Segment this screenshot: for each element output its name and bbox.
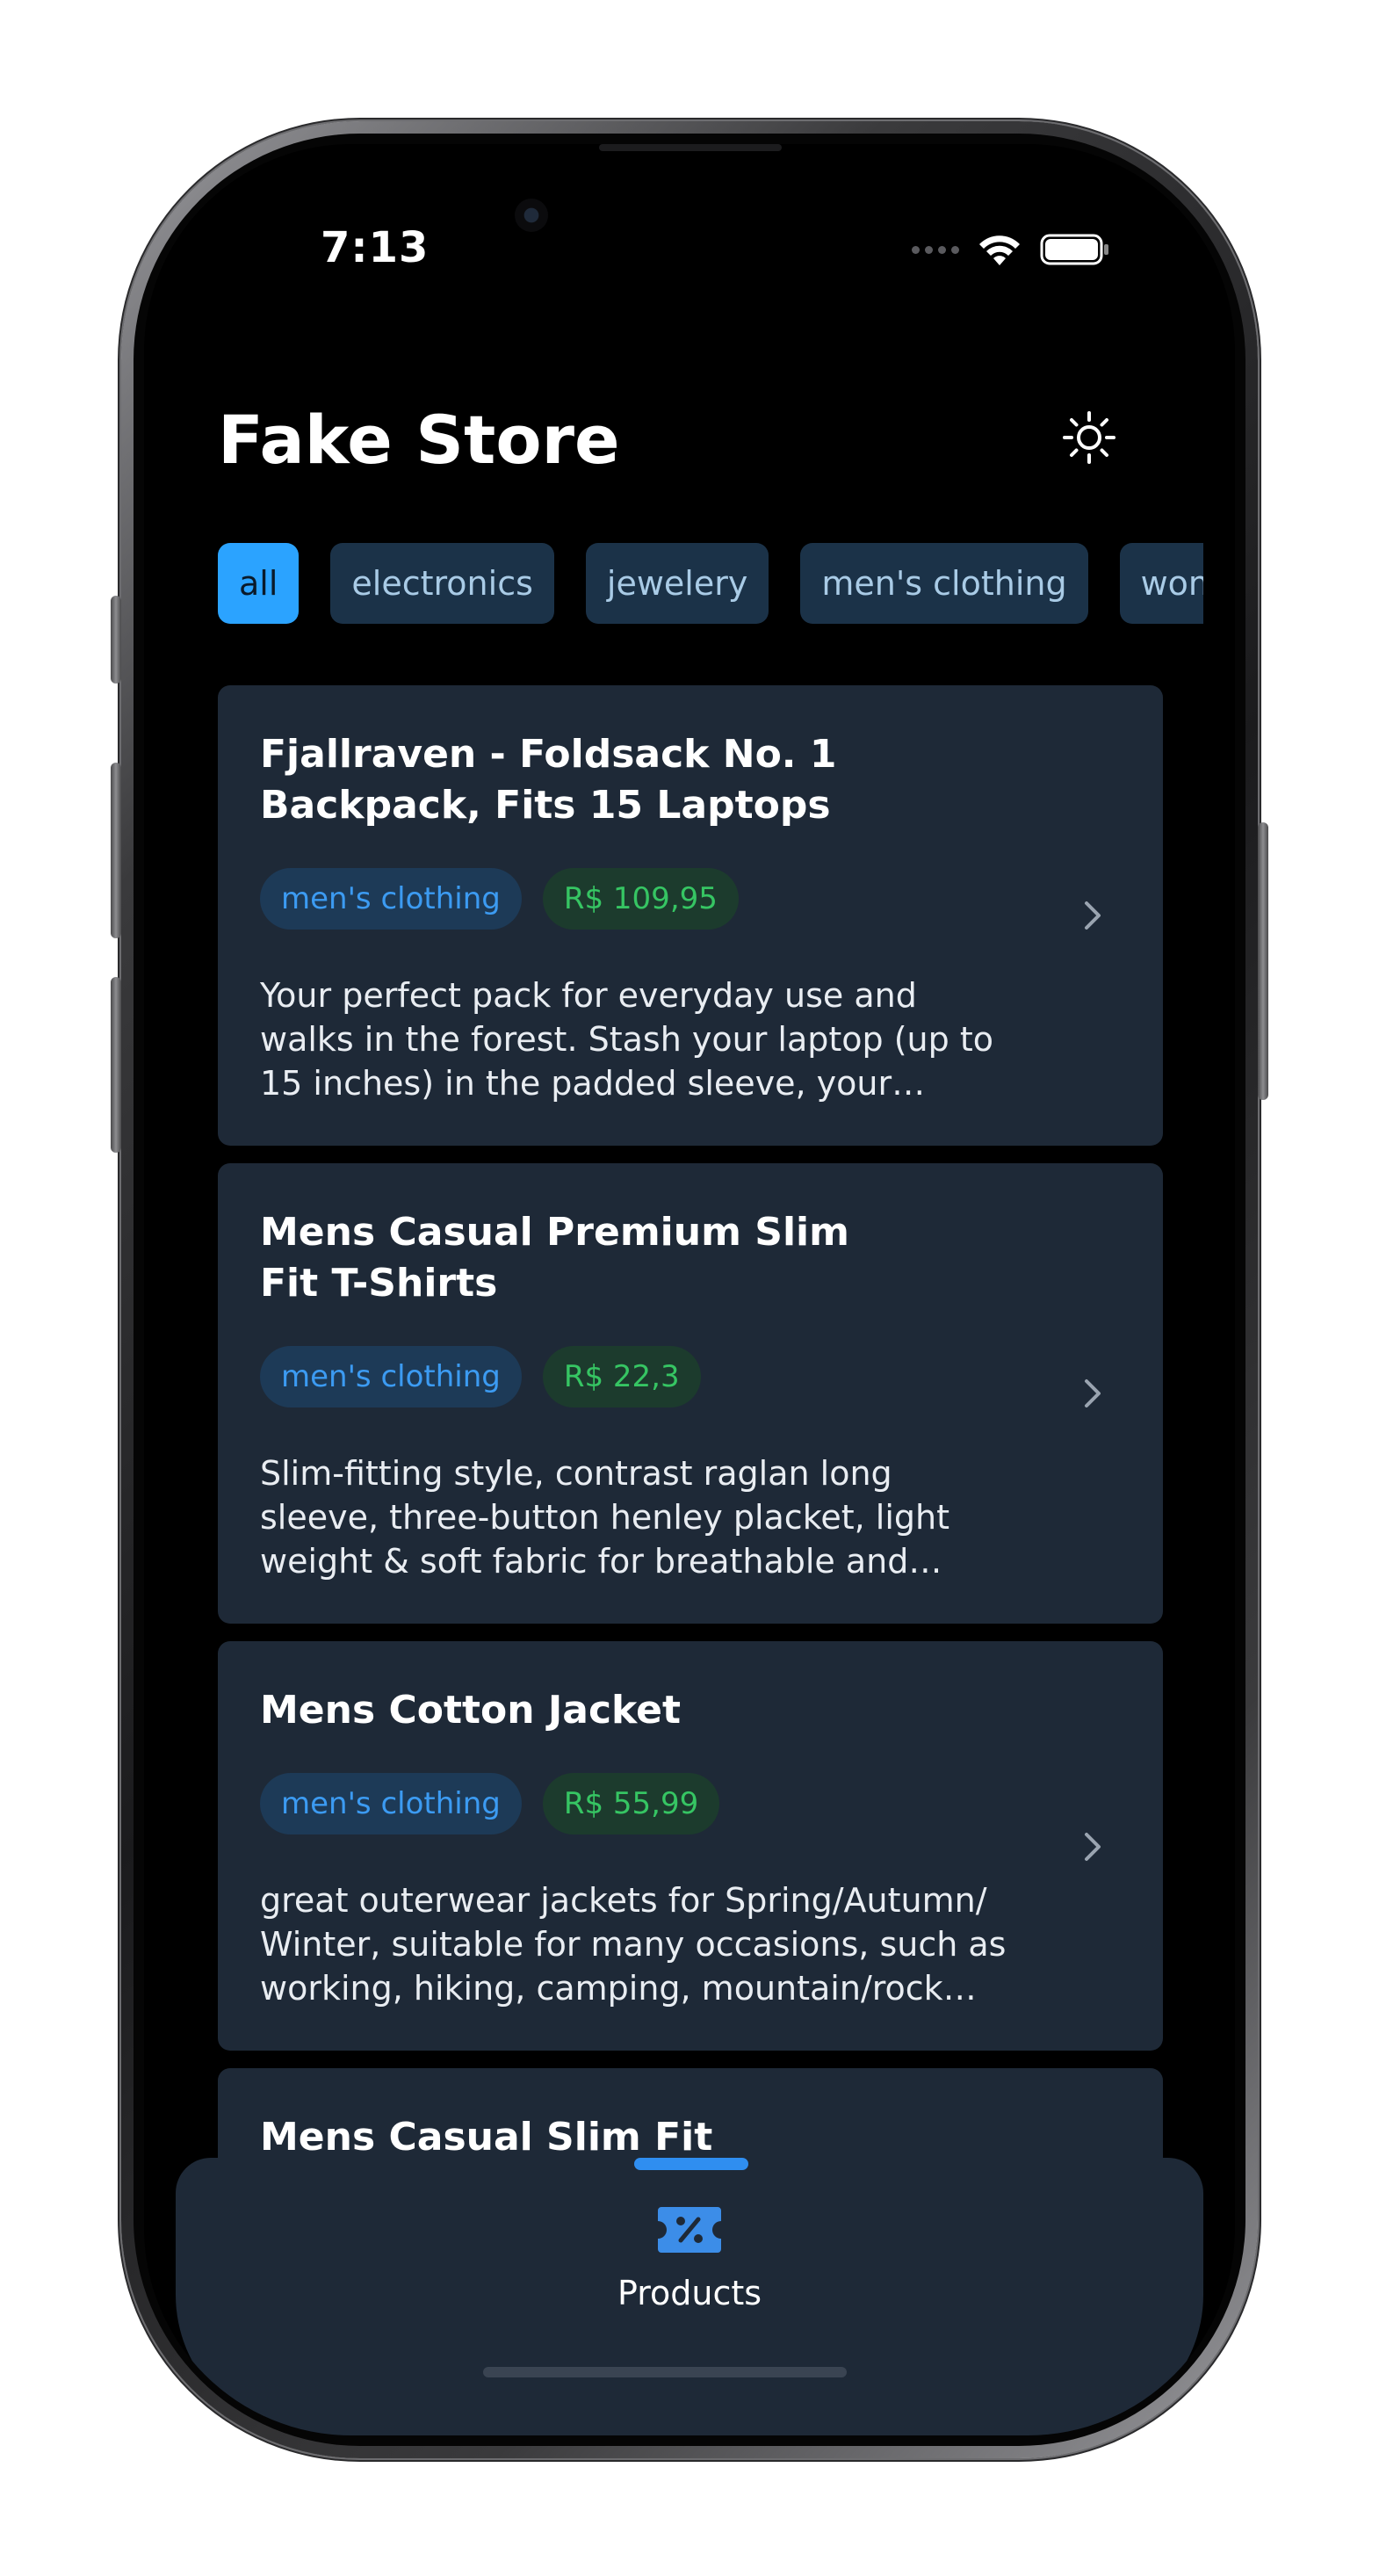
- app-screen: 7:13 Fake Store all electronics jewelery…: [144, 144, 1235, 2435]
- chevron-right-icon: [1075, 1376, 1110, 1411]
- category-tag: men's clothing: [260, 868, 522, 930]
- tab-products[interactable]: Products: [558, 2189, 821, 2356]
- front-camera: [515, 199, 548, 232]
- product-tags: men's clothing R$ 22,3: [260, 1346, 701, 1407]
- product-card[interactable]: Fjallraven - Foldsack No. 1 Backpack, Fi…: [218, 685, 1163, 1146]
- product-title: Mens Casual Slim Fit: [260, 2115, 713, 2160]
- product-title: Mens Casual Premium Slim Fit T-Shirts: [260, 1210, 849, 1306]
- status-time: 7:13: [321, 223, 430, 272]
- status-icons: [912, 232, 1110, 267]
- category-filter: all electronics jewelery men's clothing …: [218, 543, 1203, 624]
- category-chip-electronics[interactable]: electronics: [330, 543, 554, 624]
- battery-icon: [1040, 234, 1108, 265]
- price-tag: R$ 22,3: [542, 1346, 701, 1407]
- power-button: [1258, 822, 1268, 1100]
- volume-up-button: [111, 763, 121, 938]
- product-description: Your perfect pack for everyday use and w…: [260, 976, 993, 1103]
- wifi-icon: [979, 235, 1020, 265]
- product-tags: men's clothing R$ 109,95: [260, 868, 739, 930]
- category-chip-all[interactable]: all: [218, 543, 300, 624]
- product-tags: men's clothing R$ 55,99: [260, 1773, 720, 1834]
- product-title: Fjallraven - Foldsack No. 1 Backpack, Fi…: [260, 732, 837, 828]
- category-tag: men's clothing: [260, 1346, 522, 1407]
- volume-down-button: [111, 977, 121, 1153]
- category-chip-womens-clothing[interactable]: women's clothing: [1119, 543, 1203, 624]
- product-title: Mens Cotton Jacket: [260, 1688, 682, 1733]
- silent-switch: [111, 596, 121, 684]
- theme-toggle-button[interactable]: [1058, 406, 1121, 469]
- speaker-grille: [599, 144, 782, 151]
- home-indicator[interactable]: [483, 2367, 847, 2377]
- product-description: Slim-fitting style, contrast raglan long…: [260, 1454, 950, 1581]
- tab-label: Products: [617, 2274, 762, 2312]
- category-chip-mens-clothing[interactable]: men's clothing: [800, 543, 1088, 624]
- ticket-percent-icon: [658, 2207, 721, 2253]
- price-tag: R$ 109,95: [542, 868, 739, 930]
- price-tag: R$ 55,99: [542, 1773, 720, 1834]
- product-card[interactable]: Mens Cotton Jacket men's clothing R$ 55,…: [218, 1641, 1163, 2051]
- sun-icon: [1063, 411, 1115, 464]
- category-tag: men's clothing: [260, 1773, 522, 1834]
- bottom-tab-bar: Products: [176, 2158, 1203, 2435]
- page-title: Fake Store: [218, 401, 620, 479]
- active-tab-indicator: [634, 2158, 748, 2170]
- product-card[interactable]: Mens Casual Premium Slim Fit T-Shirts me…: [218, 1163, 1163, 1624]
- category-chip-jewelery[interactable]: jewelery: [585, 543, 769, 624]
- chevron-right-icon: [1075, 1829, 1110, 1864]
- chevron-right-icon: [1075, 898, 1110, 933]
- product-description: great outerwear jackets for Spring/Autum…: [260, 1881, 1007, 2008]
- cellular-signal-icon: [912, 245, 959, 254]
